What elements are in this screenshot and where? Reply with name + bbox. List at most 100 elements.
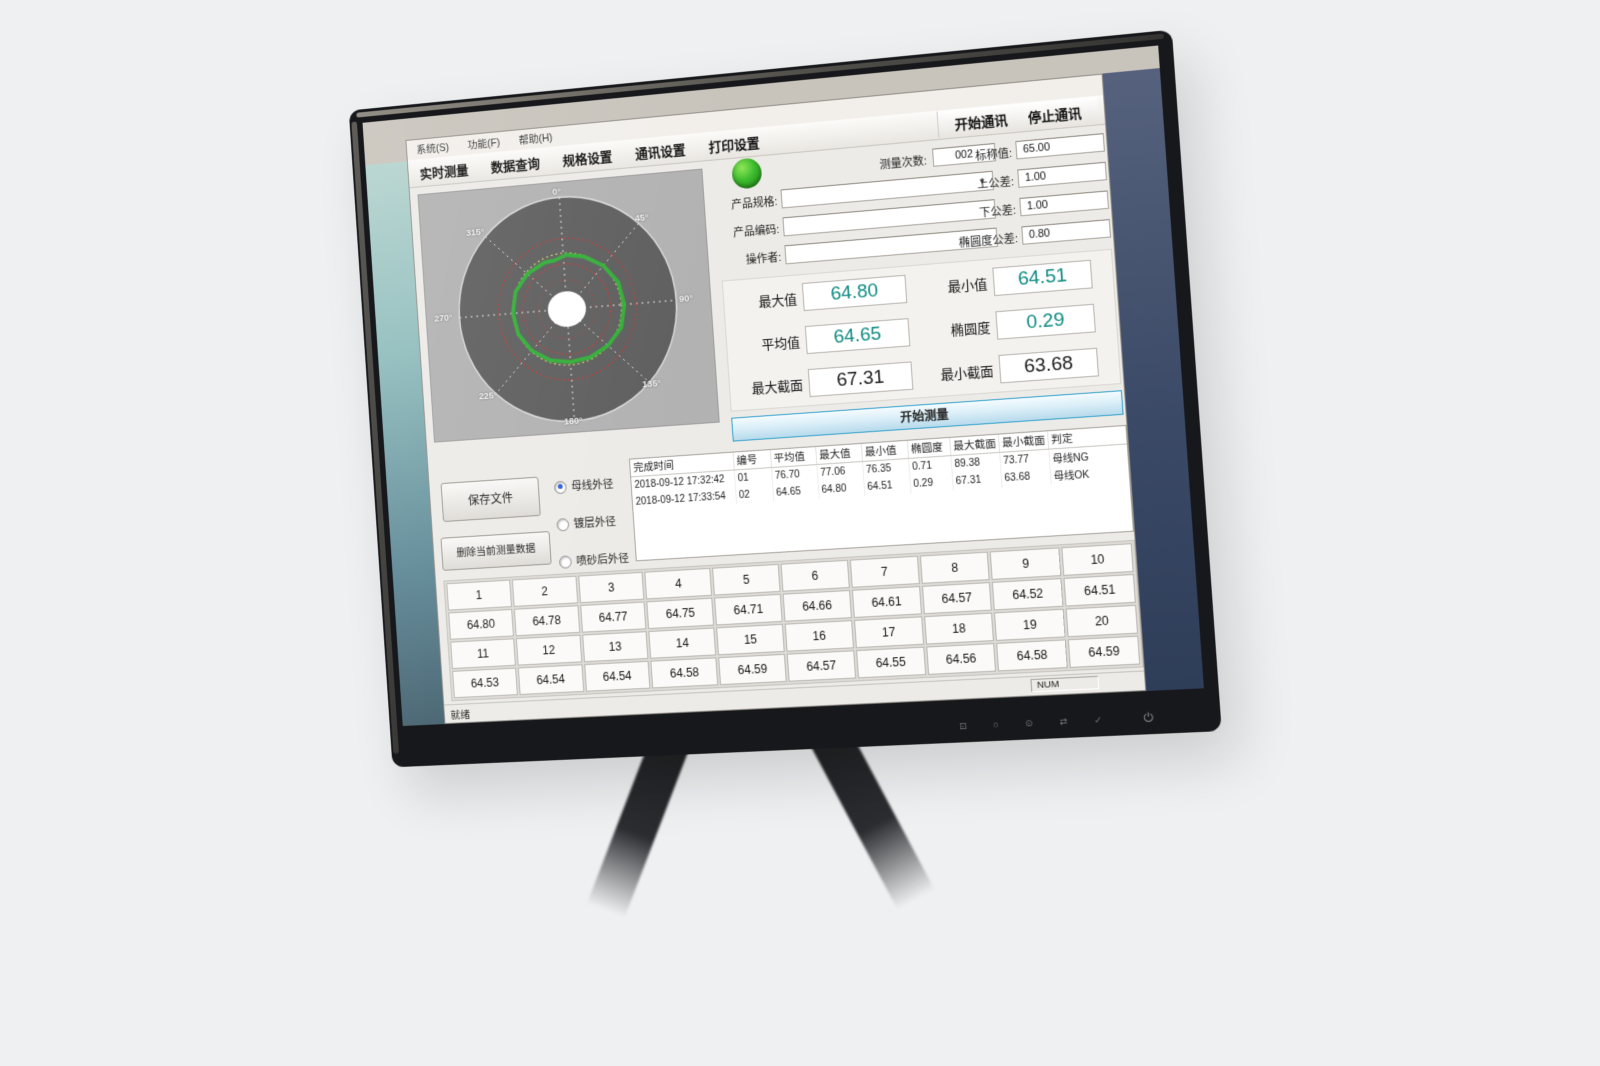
radio-busbar-od[interactable]: 母线外径 <box>554 476 614 496</box>
point-index: 3 <box>578 572 645 603</box>
scene: 系统(S) 功能(F) 帮助(H) 实时测量 数据查询 规格设置 通讯设置 打印… <box>0 0 1600 1066</box>
point-index: 14 <box>649 628 717 659</box>
radio-plating-od-label: 镀层外径 <box>573 513 616 531</box>
point-value: 64.71 <box>714 594 782 626</box>
polar-chart-svg <box>418 170 718 442</box>
lower-tolerance-input[interactable] <box>1019 190 1109 216</box>
point-value: 64.80 <box>448 609 513 640</box>
delete-current-data-button[interactable]: 删除当前测量数据 <box>440 531 551 571</box>
min-value-label: 最小值 <box>916 272 994 297</box>
ovality-value: 0.29 <box>995 304 1096 340</box>
status-ready: 就绪 <box>450 707 471 723</box>
point-value: 64.59 <box>1068 636 1140 668</box>
point-index: 2 <box>512 576 578 607</box>
point-index: 7 <box>850 556 920 588</box>
auto-adjust-icon: ⊙ <box>1025 719 1033 729</box>
monitor-bezel: 系统(S) 功能(F) 帮助(H) 实时测量 数据查询 规格设置 通讯设置 打印… <box>349 30 1222 768</box>
point-index: 17 <box>854 616 924 648</box>
max-value: 64.80 <box>802 275 908 311</box>
point-value: 64.56 <box>926 643 997 675</box>
polar-angle-0: 0° <box>552 186 561 198</box>
point-value: 64.75 <box>647 598 715 629</box>
toolbar-realtime-measure[interactable]: 实时测量 <box>419 159 469 182</box>
point-index: 16 <box>785 620 854 652</box>
radio-sandblast-od-label: 喷砂后外径 <box>576 550 630 569</box>
point-value: 64.78 <box>514 605 580 636</box>
stop-comm-button[interactable]: 停止通讯 <box>1027 102 1082 126</box>
cell-max: 64.80 <box>818 479 865 499</box>
point-value: 64.53 <box>452 668 517 699</box>
radio-dot-icon <box>556 518 569 532</box>
point-value: 64.57 <box>787 650 856 681</box>
point-value: 64.59 <box>718 654 786 685</box>
polar-angle-90: 90° <box>679 293 694 305</box>
point-index: 13 <box>582 631 649 662</box>
point-value: 64.57 <box>922 582 993 614</box>
cell-id: 02 <box>735 485 773 504</box>
point-value: 64.66 <box>783 590 852 622</box>
max-value-label: 最大值 <box>731 288 803 313</box>
point-index: 5 <box>712 564 780 596</box>
avg-value: 64.65 <box>805 318 911 354</box>
min-value: 64.51 <box>992 260 1092 296</box>
desktop-wallpaper-corner <box>363 119 407 165</box>
point-index: 15 <box>716 624 784 655</box>
point-index: 8 <box>919 552 990 584</box>
ovality-tolerance-input[interactable] <box>1021 219 1111 245</box>
start-comm-button[interactable]: 开始通讯 <box>954 109 1008 133</box>
polar-angle-225: 225° <box>479 390 498 402</box>
radio-sandblast-od[interactable]: 喷砂后外径 <box>559 550 630 570</box>
point-index: 9 <box>990 547 1061 580</box>
point-value: 64.51 <box>1064 574 1136 607</box>
radio-plating-od[interactable]: 镀层外径 <box>556 513 616 532</box>
screen: 系统(S) 功能(F) 帮助(H) 实时测量 数据查询 规格设置 通讯设置 打印… <box>363 45 1204 726</box>
radio-dot-icon <box>554 480 567 494</box>
input-source-icon: ⇄ <box>1059 717 1067 727</box>
point-index: 4 <box>645 568 713 600</box>
menu-function[interactable]: 功能(F) <box>467 135 500 153</box>
app-window: 系统(S) 功能(F) 帮助(H) 实时测量 数据查询 规格设置 通讯设置 打印… <box>405 74 1146 725</box>
min-section-label: 最小截面 <box>922 360 1000 385</box>
menu-system[interactable]: 系统(S) <box>416 139 450 157</box>
point-value: 64.61 <box>852 586 922 618</box>
monitor-stand-left-leg <box>587 731 691 918</box>
polar-angle-135: 135° <box>642 378 662 390</box>
toolbar-data-query[interactable]: 数据查询 <box>490 152 540 175</box>
toolbar-print-settings[interactable]: 打印设置 <box>708 132 760 156</box>
point-value: 64.58 <box>997 639 1068 671</box>
polar-angle-45: 45° <box>634 212 649 224</box>
menu-icon: ○ <box>993 720 999 729</box>
polar-angle-270: 270° <box>434 312 453 324</box>
upper-tolerance-input[interactable] <box>1017 162 1107 188</box>
point-index: 18 <box>924 613 995 645</box>
point-index: 20 <box>1066 605 1138 637</box>
point-index: 1 <box>446 580 511 611</box>
point-value: 64.52 <box>992 578 1063 610</box>
toolbar-spec-settings[interactable]: 规格设置 <box>562 146 613 169</box>
cell-avg: 64.65 <box>772 482 819 502</box>
brightness-icon: ⊡ <box>959 722 967 731</box>
results-panel: 最大值 64.80 最小值 64.51 平均值 64.65 椭圆度 0.29 <box>722 249 1122 412</box>
point-value: 64.58 <box>651 657 719 688</box>
max-section-label: 最大截面 <box>737 374 809 398</box>
operator-label: 操作者: <box>712 249 782 271</box>
menu-help[interactable]: 帮助(H) <box>518 130 553 148</box>
monitor: 系统(S) 功能(F) 帮助(H) 实时测量 数据查询 规格设置 通讯设置 打印… <box>349 30 1222 768</box>
point-index: 10 <box>1062 543 1134 576</box>
status-led-icon <box>731 157 762 189</box>
point-value: 64.54 <box>518 664 584 695</box>
save-file-button[interactable]: 保存文件 <box>441 477 541 522</box>
monitor-stand-right-leg <box>808 722 934 909</box>
radio-dot-icon <box>559 555 572 569</box>
point-value: 64.55 <box>856 647 926 679</box>
point-index: 11 <box>450 638 515 669</box>
monitor-controls: ⊡ ○ ⊙ ⇄ ✓ ⏻ <box>959 713 1154 731</box>
client-area: 0° 45° 90° 135° 180° 225° 270° 315° 测量次数… <box>410 124 1144 706</box>
nominal-label: 标称值: <box>900 145 1012 171</box>
nominal-input[interactable] <box>1015 133 1105 159</box>
polar-angle-315: 315° <box>466 227 485 239</box>
toolbar-comm-settings[interactable]: 通讯设置 <box>635 139 686 162</box>
power-icon: ⏻ <box>1143 713 1154 723</box>
product-code-label: 产品编码: <box>710 221 780 243</box>
avg-value-label: 平均值 <box>734 331 806 355</box>
